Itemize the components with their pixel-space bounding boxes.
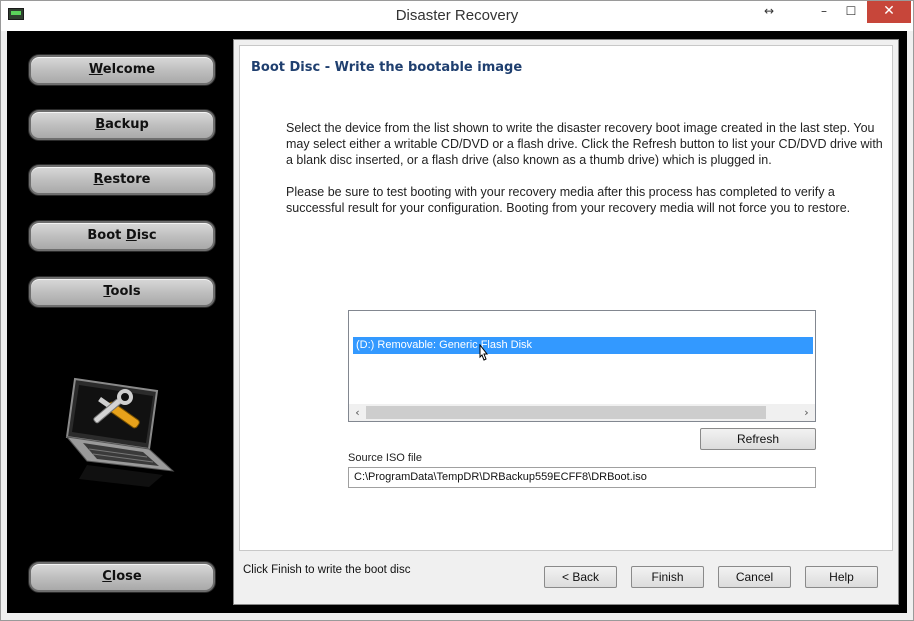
page-title: Boot Disc - Write the bootable image [251, 60, 523, 75]
main-panel: Boot Disc - Write the bootable image Sel… [233, 39, 899, 605]
source-iso-field[interactable]: C:\ProgramData\TempDR\DRBackup559ECFF8\D… [348, 467, 816, 488]
source-iso-label: Source ISO file [348, 452, 422, 464]
nav-label-pre: Boot [87, 228, 126, 243]
scroll-right-icon[interactable]: › [798, 404, 815, 421]
nav-label-post: elcome [102, 62, 156, 77]
scroll-left-icon[interactable]: ‹ [349, 404, 366, 421]
nav-label-accel: C [102, 569, 112, 584]
nav-label-accel: B [95, 117, 106, 132]
close-button[interactable]: Close [29, 562, 215, 592]
device-listbox[interactable]: (D:) Removable: Generic Flash Disk ‹ › [348, 310, 816, 422]
finish-button[interactable]: Finish [631, 566, 704, 588]
device-list-item[interactable]: (D:) Removable: Generic Flash Disk [353, 337, 813, 354]
nav-label-post: lose [111, 569, 142, 584]
title-bar[interactable]: Disaster Recovery ↔ – ☐ ✕ [1, 1, 913, 31]
nav-label-post: ackup [105, 117, 149, 132]
minimize-button[interactable]: – [811, 1, 837, 23]
warning-text: Please be sure to test booting with your… [286, 185, 851, 215]
nav-label-accel: T [103, 284, 111, 299]
cancel-button[interactable]: Cancel [718, 566, 791, 588]
resize-icon[interactable]: ↔ [757, 1, 781, 23]
nav-label-accel: R [93, 172, 104, 187]
sidebar: Welcome Backup Restore Boot Disc Tools C… [7, 31, 233, 613]
horizontal-scrollbar[interactable]: ‹ › [349, 404, 815, 421]
close-window-button[interactable]: ✕ [867, 1, 911, 23]
back-button[interactable]: < Back [544, 566, 617, 588]
nav-tools-button[interactable]: Tools [29, 277, 215, 307]
nav-label-post: estore [103, 172, 151, 187]
client-area: Welcome Backup Restore Boot Disc Tools C… [7, 31, 907, 613]
nav-boot-disc-button[interactable]: Boot Disc [29, 221, 215, 251]
refresh-button[interactable]: Refresh [700, 428, 816, 450]
nav-label-post: ools [110, 284, 141, 299]
instructions-text: Select the device from the list shown to… [286, 121, 883, 167]
nav-label-accel: W [88, 62, 103, 77]
scroll-thumb[interactable] [366, 406, 766, 419]
nav-restore-button[interactable]: Restore [29, 165, 215, 195]
content-area: Boot Disc - Write the bootable image Sel… [239, 45, 893, 551]
nav-label-post: isc [136, 228, 157, 243]
help-button[interactable]: Help [805, 566, 878, 588]
nav-backup-button[interactable]: Backup [29, 110, 215, 140]
app-window: Disaster Recovery ↔ – ☐ ✕ Welcome Backup… [0, 0, 914, 621]
status-text: Click Finish to write the boot disc [243, 564, 411, 576]
laptop-tools-illustration [65, 377, 175, 487]
nav-welcome-button[interactable]: Welcome [29, 55, 215, 85]
maximize-button[interactable]: ☐ [838, 1, 864, 23]
mouse-cursor-icon [479, 344, 489, 361]
nav-label-accel: D [125, 228, 137, 243]
